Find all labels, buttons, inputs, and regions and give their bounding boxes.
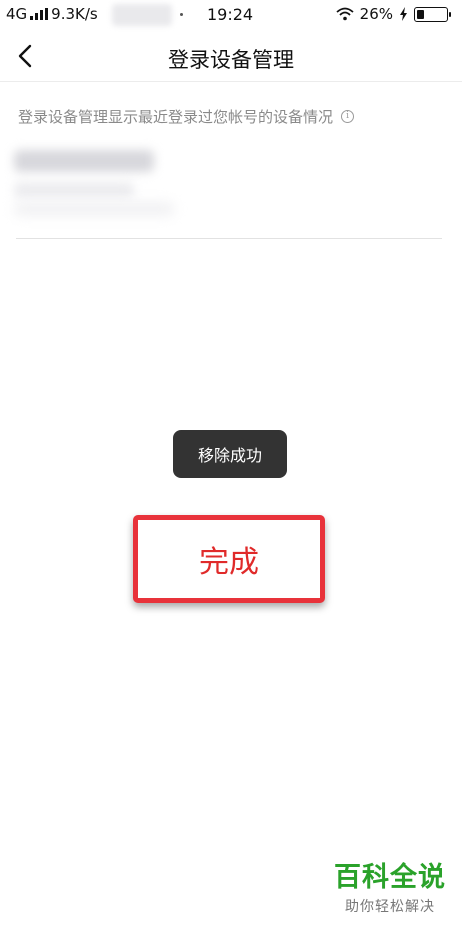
nav-bar: 登录设备管理 [0,30,462,82]
status-bar: 4G 9.3K/s 19:24 26% [0,0,462,30]
status-dot [180,13,183,16]
signal-group: 4G 9.3K/s [6,5,98,23]
page-title: 登录设备管理 [168,48,294,72]
battery-fill [417,9,424,19]
wifi-icon [336,7,354,21]
watermark-title: 百科全说 [334,862,446,893]
device-name-blurred [14,150,154,172]
charging-icon [400,7,407,21]
info-icon[interactable]: i [341,110,355,123]
description-row: 登录设备管理显示最近登录过您帐号的设备情况 i [18,106,355,127]
network-type: 4G [6,5,28,23]
watermark-subtitle: 助你轻松解决 [345,899,435,915]
watermark-logo: 百科全说 助你轻松解决 [334,862,446,916]
toast-message: 移除成功 [173,430,287,478]
battery-percent: 26% [359,5,393,23]
completion-annotation: 完成 [133,515,325,603]
device-item[interactable] [8,142,188,222]
device-detail-blurred [14,182,134,198]
network-speed: 9.3K/s [51,5,98,23]
description-text: 登录设备管理显示最近登录过您帐号的设备情况 [18,108,334,126]
signal-icon [30,8,49,20]
status-right-group: 26% [336,5,451,23]
status-time: 19:24 [207,5,254,24]
divider [16,238,442,239]
battery-icon [414,6,451,22]
completion-label: 完成 [199,545,259,580]
blurred-carrier [112,4,172,26]
device-time-blurred [14,202,174,216]
